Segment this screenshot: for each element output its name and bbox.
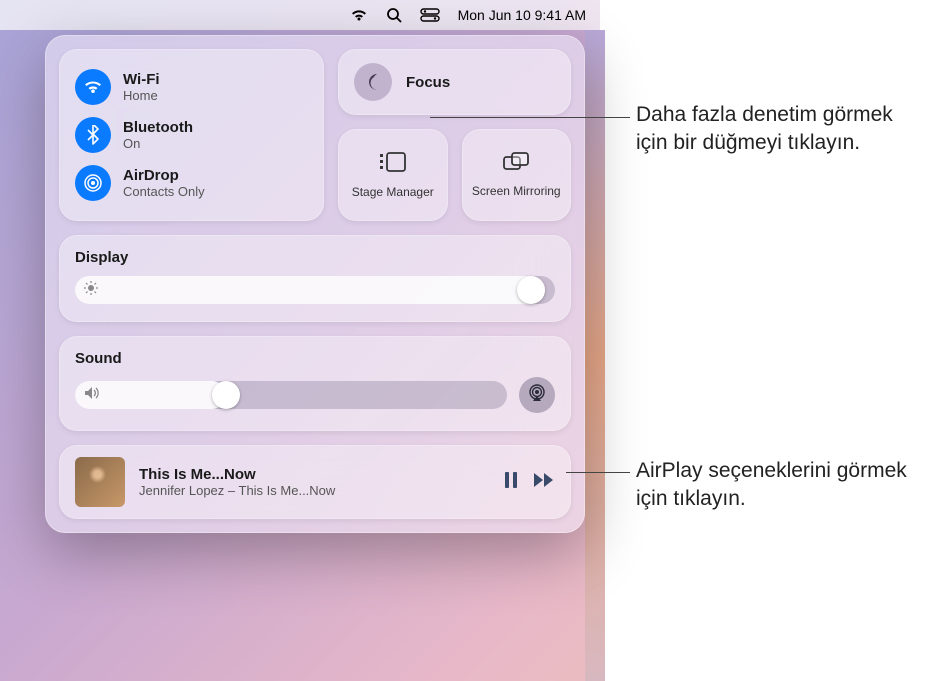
- stage-manager-label: Stage Manager: [352, 185, 434, 199]
- bluetooth-title: Bluetooth: [123, 119, 193, 136]
- connectivity-card: Wi-Fi Home Bluetooth On AirDrop: [59, 49, 324, 221]
- wifi-toggle[interactable]: Wi-Fi Home: [75, 63, 308, 111]
- wallpaper: [585, 30, 605, 681]
- sound-title: Sound: [75, 350, 555, 367]
- control-center-panel: Wi-Fi Home Bluetooth On AirDrop: [45, 35, 585, 533]
- menubar-datetime[interactable]: Mon Jun 10 9:41 AM: [458, 7, 586, 23]
- callout-line: [430, 117, 630, 118]
- wifi-subtitle: Home: [123, 88, 160, 103]
- now-playing-title: This Is Me...Now: [139, 466, 489, 483]
- wifi-menubar-icon[interactable]: [350, 8, 368, 22]
- menubar: Mon Jun 10 9:41 AM: [0, 0, 600, 30]
- wifi-title: Wi-Fi: [123, 71, 160, 88]
- moon-icon: [354, 63, 392, 101]
- sound-card: Sound: [59, 336, 571, 431]
- screen-mirroring-label: Screen Mirroring: [472, 184, 561, 198]
- sound-volume-slider[interactable]: [75, 381, 507, 409]
- spotlight-icon[interactable]: [386, 7, 402, 23]
- wifi-icon: [75, 69, 111, 105]
- airplay-audio-button[interactable]: [519, 377, 555, 413]
- callout-line: [566, 472, 630, 473]
- display-brightness-slider[interactable]: [75, 276, 555, 304]
- bluetooth-subtitle: On: [123, 136, 193, 151]
- screen-mirroring-icon: [502, 151, 530, 178]
- callout-airplay: AirPlay seçeneklerini görmek için tıklay…: [636, 457, 926, 514]
- airdrop-icon: [75, 165, 111, 201]
- focus-button[interactable]: Focus: [338, 49, 571, 115]
- airplay-icon: [527, 383, 547, 408]
- airdrop-title: AirDrop: [123, 167, 205, 184]
- display-card: Display: [59, 235, 571, 322]
- volume-icon: [83, 386, 101, 405]
- brightness-icon: [83, 280, 99, 301]
- pause-button[interactable]: [503, 471, 519, 494]
- next-track-button[interactable]: [533, 472, 555, 493]
- callout-focus: Daha fazla denetim görmek için bir düğme…: [636, 101, 926, 158]
- stage-manager-icon: [378, 150, 408, 179]
- album-art: [75, 457, 125, 507]
- focus-title: Focus: [406, 74, 450, 91]
- display-title: Display: [75, 249, 555, 266]
- airdrop-subtitle: Contacts Only: [123, 184, 205, 199]
- bluetooth-toggle[interactable]: Bluetooth On: [75, 111, 308, 159]
- now-playing-artist: Jennifer Lopez – This Is Me...Now: [139, 483, 489, 498]
- airdrop-toggle[interactable]: AirDrop Contacts Only: [75, 159, 308, 207]
- control-center-menubar-icon[interactable]: [420, 8, 440, 22]
- now-playing-card[interactable]: This Is Me...Now Jennifer Lopez – This I…: [59, 445, 571, 519]
- screen-mirroring-button[interactable]: Screen Mirroring: [462, 129, 572, 221]
- stage-manager-button[interactable]: Stage Manager: [338, 129, 448, 221]
- bluetooth-icon: [75, 117, 111, 153]
